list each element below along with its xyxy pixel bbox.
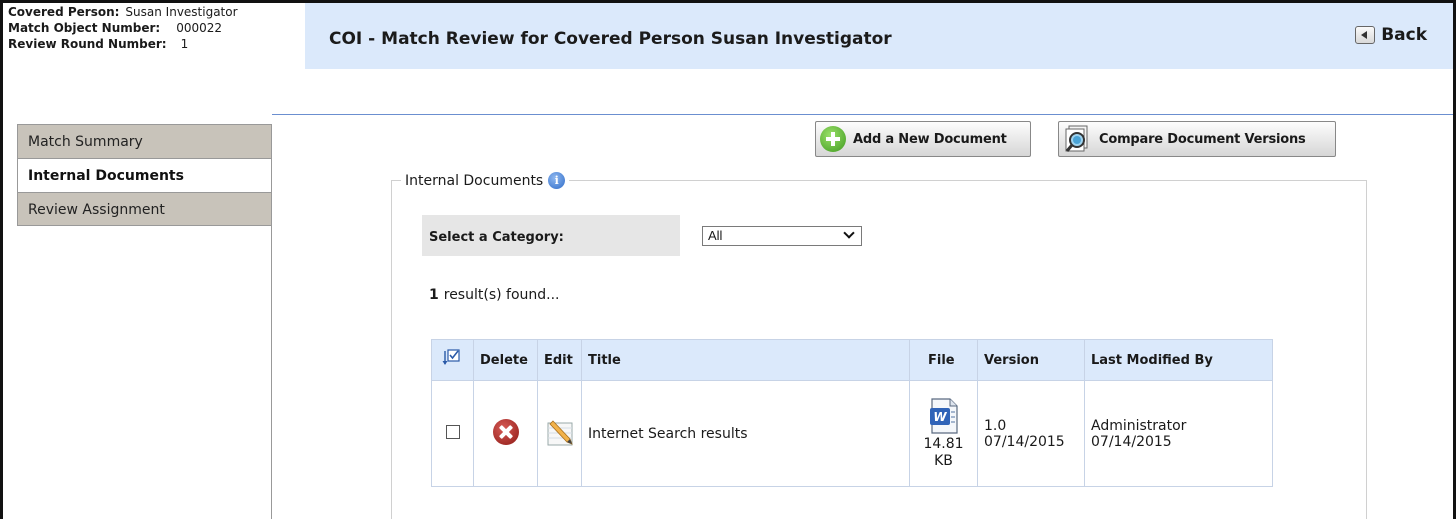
table-header-row: Delete Edit Title File Version Last Modi… — [431, 339, 1273, 381]
compare-versions-button[interactable]: Compare Document Versions — [1058, 121, 1336, 157]
category-selected-value: All — [708, 228, 723, 243]
chevron-down-icon — [843, 227, 855, 239]
sidebar-item-match-summary[interactable]: Match Summary — [17, 124, 272, 158]
table-row: Internet Search results W 14.81 KB 1.0 0… — [431, 380, 1273, 487]
sidebar-item-label: Internal Documents — [28, 168, 184, 184]
header-divider — [272, 114, 1453, 115]
column-header-last-modified: Last Modified By — [1084, 339, 1273, 381]
select-all-header[interactable] — [431, 339, 474, 381]
word-document-icon[interactable]: W — [929, 397, 959, 434]
delete-cell — [473, 380, 538, 487]
column-header-file: File — [909, 339, 978, 381]
result-text: result(s) found... — [443, 287, 560, 303]
sidebar-divider — [271, 124, 272, 519]
review-round-value: 1 — [180, 37, 189, 51]
file-cell: W 14.81 KB — [909, 380, 978, 487]
edit-cell — [537, 380, 582, 487]
plus-circle-icon — [820, 126, 846, 152]
modified-by-name: Administrator — [1091, 417, 1187, 434]
row-checkbox[interactable] — [445, 424, 460, 439]
results-count: 1 result(s) found... — [429, 287, 560, 303]
section-legend: Internal Documents i — [401, 172, 570, 189]
column-header-edit: Edit — [537, 339, 582, 381]
category-select[interactable]: All — [702, 226, 862, 246]
covered-person-label: Covered Person: — [8, 5, 120, 19]
file-size-unit: KB — [934, 452, 953, 469]
modified-date: 07/14/2015 — [1091, 433, 1172, 450]
section-title: Internal Documents — [405, 172, 544, 189]
row-checkbox-cell — [431, 380, 474, 487]
version-number: 1.0 — [984, 417, 1007, 434]
result-number: 1 — [429, 287, 439, 303]
magnifier-document-icon — [1065, 125, 1088, 152]
sidebar-item-review-assignment[interactable]: Review Assignment — [17, 192, 272, 226]
covered-person-info: Covered Person: Susan Investigator Match … — [3, 3, 305, 115]
back-arrow-icon — [1355, 26, 1376, 44]
covered-person-value: Susan Investigator — [125, 5, 238, 19]
header-bar: COI - Match Review for Covered Person Su… — [305, 3, 1453, 69]
file-size: 14.81 — [923, 435, 964, 452]
svg-text:W: W — [933, 410, 947, 424]
last-modified-cell: Administrator 07/14/2015 — [1084, 380, 1273, 487]
column-header-delete: Delete — [473, 339, 538, 381]
version-cell: 1.0 07/14/2015 — [977, 380, 1085, 487]
sidebar-item-label: Review Assignment — [28, 202, 165, 218]
info-icon[interactable]: i — [548, 172, 566, 189]
category-label: Select a Category: — [422, 215, 680, 256]
review-round-label: Review Round Number: — [8, 37, 167, 51]
title-cell[interactable]: Internet Search results — [581, 380, 910, 487]
match-object-value: 000022 — [176, 21, 223, 35]
column-header-version: Version — [977, 339, 1085, 381]
select-all-checkbox-icon[interactable] — [442, 349, 460, 367]
page-title: COI - Match Review for Covered Person Su… — [329, 29, 892, 49]
column-header-title: Title — [581, 339, 910, 381]
add-document-label: Add a New Document — [853, 131, 1007, 147]
version-date: 07/14/2015 — [984, 433, 1065, 450]
delete-x-icon[interactable] — [492, 418, 519, 445]
documents-table: Delete Edit Title File Version Last Modi… — [431, 339, 1273, 487]
sidebar-nav: Match Summary Internal Documents Review … — [17, 124, 272, 226]
compare-versions-label: Compare Document Versions — [1099, 131, 1306, 147]
add-document-button[interactable]: Add a New Document — [815, 121, 1031, 157]
sidebar-item-label: Match Summary — [28, 134, 143, 150]
match-object-label: Match Object Number: — [8, 21, 161, 35]
back-label: Back — [1381, 25, 1427, 45]
edit-pencil-icon[interactable] — [545, 417, 575, 447]
back-button[interactable]: Back — [1355, 25, 1427, 45]
sidebar-item-internal-documents[interactable]: Internal Documents — [17, 158, 272, 192]
